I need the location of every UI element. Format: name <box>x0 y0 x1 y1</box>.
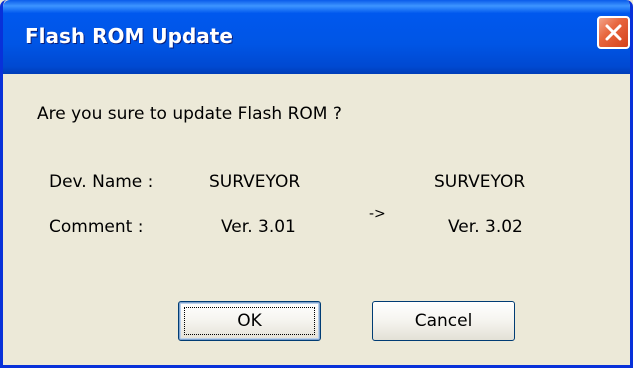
close-icon <box>605 24 622 41</box>
confirm-question: Are you sure to update Flash ROM ? <box>37 104 342 124</box>
cancel-button[interactable]: Cancel <box>372 301 515 341</box>
new-version: Ver. 3.02 <box>448 217 523 237</box>
close-button[interactable] <box>597 16 630 49</box>
comment-label: Comment : <box>49 217 144 237</box>
dialog-body: Are you sure to update Flash ROM ? Dev. … <box>3 74 630 365</box>
dialog-window: Flash ROM Update Are you sure to update … <box>0 0 633 368</box>
window-title: Flash ROM Update <box>25 24 233 48</box>
ok-button[interactable]: OK <box>178 301 321 341</box>
ok-button-label: OK <box>237 311 262 331</box>
title-bar[interactable]: Flash ROM Update <box>3 0 630 74</box>
cancel-button-label: Cancel <box>414 311 473 331</box>
current-version: Ver. 3.01 <box>221 217 296 237</box>
new-device-name: SURVEYOR <box>434 172 526 192</box>
dev-name-label: Dev. Name : <box>49 172 154 192</box>
update-arrow: -> <box>369 206 386 222</box>
current-device-name: SURVEYOR <box>209 172 301 192</box>
